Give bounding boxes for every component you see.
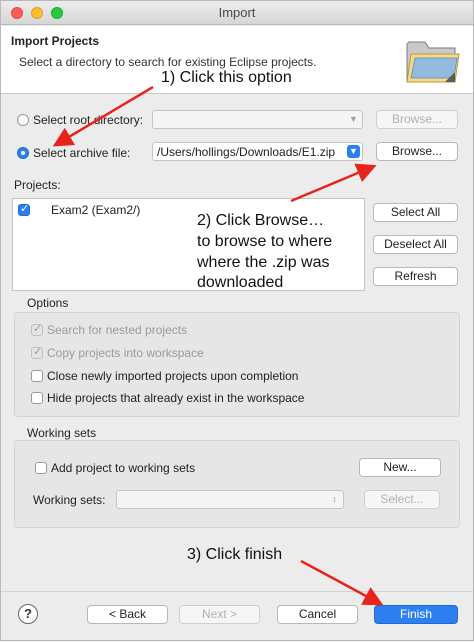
back-button[interactable]: < Back [87,605,168,624]
title-bar: Import [1,1,473,25]
stepper-icon: ↕ [332,494,337,504]
finish-button[interactable]: Finish [374,605,458,624]
hide-existing-checkbox[interactable] [31,392,43,404]
nested-projects-checkbox[interactable] [31,322,43,336]
archive-file-label: Select archive file: [33,146,131,160]
options-title: Options [27,296,69,310]
add-to-working-sets-label: Add project to working sets [51,461,196,475]
deselect-all-button[interactable]: Deselect All [373,235,458,254]
working-sets-combo[interactable]: ↕ [116,490,344,509]
import-dialog: Import Import Projects Select a director… [0,0,474,641]
annotation-step2-line4: downloaded [197,274,284,291]
arrow-step3 [300,559,384,606]
folder-icon [406,41,460,83]
working-sets-group: Add project to working sets New... Worki… [14,440,460,528]
archive-file-radio[interactable] [17,147,29,159]
chevron-down-icon: ▼ [349,114,358,124]
annotation-step2-line1: 2) Click Browse… [197,212,325,229]
close-imported-label: Close newly imported projects upon compl… [47,369,299,383]
next-button[interactable]: Next > [179,605,260,624]
root-browse-button[interactable]: Browse... [376,110,458,129]
projects-label: Projects: [14,178,61,192]
root-directory-radio[interactable] [17,114,29,126]
add-to-working-sets-checkbox[interactable] [35,462,47,474]
working-sets-label: Working sets: [33,493,106,507]
archive-file-value: /Users/hollings/Downloads/E1.zip [157,145,336,159]
annotation-step2-line2: to browse to where [197,233,333,250]
annotation-step2-line3: where the .zip was [197,254,330,271]
copy-projects-label: Copy projects into workspace [47,346,204,360]
project-checkbox[interactable] [18,202,30,216]
refresh-button[interactable]: Refresh [373,267,458,286]
annotation-step1: 1) Click this option [161,69,292,86]
select-working-sets-button[interactable]: Select... [364,490,440,509]
chevron-down-icon: ▼ [347,145,360,158]
page-description: Select a directory to search for existin… [19,55,317,69]
window-title: Import [218,5,256,20]
annotation-step3: 3) Click finish [187,546,283,563]
select-all-button[interactable]: Select All [373,203,458,222]
project-name: Exam2 (Exam2/) [51,203,141,217]
arrow-step2 [290,163,377,203]
page-title: Import Projects [11,34,100,48]
copy-projects-checkbox[interactable] [31,345,43,359]
footer-divider [1,591,473,592]
new-working-set-button[interactable]: New... [359,458,441,477]
working-sets-title: Working sets [27,426,97,440]
help-button[interactable]: ? [18,604,38,624]
archive-file-combo[interactable]: /Users/hollings/Downloads/E1.zip ▼ [152,142,363,161]
nested-projects-label: Search for nested projects [47,323,188,337]
cancel-button[interactable]: Cancel [277,605,358,624]
archive-browse-button[interactable]: Browse... [376,142,458,161]
root-directory-label: Select root directory: [33,113,144,127]
close-imported-checkbox[interactable] [31,370,43,382]
options-group: Search for nested projects Copy projects… [14,312,460,417]
root-directory-combo[interactable]: ▼ [152,110,363,129]
hide-existing-label: Hide projects that already exist in the … [47,391,305,405]
